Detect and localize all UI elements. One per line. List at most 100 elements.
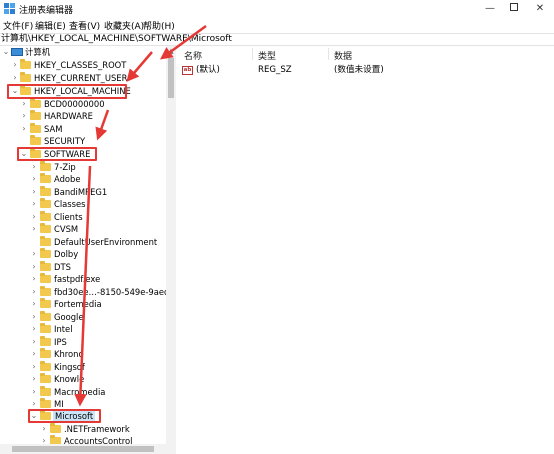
folder-icon — [40, 185, 51, 196]
column-header-data[interactable]: 数据 — [334, 49, 352, 62]
address-bar[interactable]: 计算机\HKEY_LOCAL_MACHINE\SOFTWARE\Microsof… — [0, 33, 554, 46]
chevron-right-icon[interactable]: › — [30, 286, 38, 299]
chevron-right-icon[interactable]: › — [30, 298, 38, 311]
column-header-type[interactable]: 类型 — [258, 49, 276, 62]
folder-icon — [40, 348, 51, 358]
column-divider[interactable] — [328, 48, 329, 60]
tree-label: fbd30ee…-8150-549e-9aed-fd9 — [54, 286, 176, 297]
folder-icon — [40, 285, 51, 296]
chevron-right-icon[interactable]: › — [30, 273, 38, 286]
folder-icon — [40, 360, 51, 371]
tree-scroll-thumb[interactable] — [168, 58, 174, 98]
chevron-right-icon[interactable]: › — [30, 211, 38, 224]
tree-label: SECURITY — [44, 136, 86, 146]
chevron-down-icon[interactable]: ⌄ — [2, 46, 10, 59]
chevron-right-icon[interactable]: › — [20, 123, 28, 136]
folder-icon — [30, 123, 41, 133]
maximize-icon — [510, 3, 518, 11]
tree-label: BCD00000000 — [44, 99, 105, 109]
chevron-right-icon[interactable]: › — [30, 173, 38, 186]
tree-label: HKEY_CURRENT_USER — [34, 73, 128, 83]
tree-label: Clients — [54, 211, 83, 222]
chevron-right-icon[interactable]: › — [11, 59, 19, 72]
folder-icon — [40, 235, 51, 246]
folder-icon — [30, 135, 41, 145]
menu-favorites[interactable]: 收藏夹(A) — [104, 19, 144, 32]
folder-icon — [40, 248, 51, 258]
chevron-right-icon[interactable]: › — [20, 110, 28, 123]
column-header-name[interactable]: 名称 — [184, 49, 202, 62]
menu-bar: 文件(F) 编辑(E) 查看(V) 收藏夹(A) 帮助(H) — [0, 18, 554, 32]
chevron-right-icon[interactable]: › — [30, 373, 38, 386]
value-name: (默认) — [196, 65, 220, 75]
chevron-right-icon[interactable]: › — [30, 386, 38, 399]
folder-icon — [20, 59, 31, 69]
tree-label: HARDWARE — [44, 111, 93, 121]
tree-label: IPS — [54, 336, 67, 347]
tree-label: CVSM — [54, 224, 79, 234]
folder-icon — [40, 160, 51, 171]
minimize-button[interactable]: — — [478, 1, 502, 16]
menu-view[interactable]: 查看(V) — [69, 19, 100, 32]
title-bar: 注册表编辑器 — ✕ — [0, 0, 554, 18]
chevron-right-icon[interactable]: › — [40, 423, 48, 436]
column-divider[interactable] — [252, 48, 253, 60]
chevron-right-icon[interactable]: › — [11, 72, 19, 85]
tree-label: BandiMPEG1 — [54, 186, 108, 197]
folder-icon — [40, 223, 51, 233]
folder-icon — [20, 72, 31, 82]
chevron-right-icon[interactable]: › — [30, 261, 38, 274]
folder-icon — [40, 398, 51, 408]
chevron-right-icon[interactable]: › — [30, 323, 38, 336]
folder-icon — [40, 273, 51, 283]
tree-hscroll-thumb[interactable] — [12, 446, 154, 452]
chevron-right-icon[interactable]: › — [30, 198, 38, 211]
chevron-right-icon[interactable]: › — [30, 223, 38, 236]
tree-label: Dolby — [54, 249, 79, 259]
folder-icon — [30, 110, 41, 120]
value-row[interactable]: ab (默认) REG_SZ (数值未设置) — [178, 64, 554, 77]
key-tree[interactable]: ⌄ 计算机 › HKEY_CLASSES_ROOT › HKEY_CURRENT… — [0, 46, 176, 454]
chevron-right-icon[interactable]: › — [30, 311, 38, 324]
tree-label: HKEY_CLASSES_ROOT — [34, 60, 127, 70]
tree-label: Knowle — [54, 374, 85, 384]
tree-label: .NETFramework — [64, 424, 130, 434]
folder-icon — [40, 260, 51, 271]
tree-vertical-scrollbar[interactable] — [166, 46, 176, 444]
folder-icon — [40, 373, 51, 383]
tree-label: DTS — [54, 261, 71, 272]
chevron-right-icon[interactable]: › — [30, 161, 38, 174]
chevron-right-icon[interactable]: › — [20, 98, 28, 111]
folder-icon — [40, 198, 51, 208]
ab-string-icon: ab — [182, 66, 193, 75]
chevron-right-icon[interactable]: › — [30, 186, 38, 199]
chevron-right-icon[interactable]: › — [30, 348, 38, 361]
menu-file[interactable]: 文件(F) — [3, 19, 33, 32]
chevron-right-icon[interactable]: › — [30, 248, 38, 261]
tree-label: fastpdf.exe — [54, 274, 101, 284]
annotation-box-microsoft — [28, 409, 101, 423]
menu-help[interactable]: 帮助(H) — [143, 19, 175, 32]
tree-label: 计算机 — [25, 47, 51, 57]
close-button[interactable]: ✕ — [528, 1, 552, 16]
tree-label: Intel — [54, 324, 73, 334]
folder-icon — [40, 210, 51, 221]
tree-label: DefaultUserEnvironment — [54, 236, 158, 247]
folder-icon — [40, 310, 51, 321]
maximize-button[interactable] — [502, 1, 526, 16]
tree-label: Khrono — [54, 349, 84, 359]
annotation-box-hklm — [7, 84, 127, 99]
chevron-right-icon[interactable]: › — [30, 336, 38, 349]
tree-label: Adobe — [54, 174, 81, 184]
tree-label: Macromedia — [54, 386, 106, 397]
chevron-right-icon[interactable]: › — [30, 361, 38, 374]
menu-edit[interactable]: 编辑(E) — [35, 19, 66, 32]
scroll-up-arrow-icon[interactable]: ▲ — [166, 46, 176, 56]
folder-icon — [40, 298, 51, 308]
folder-icon — [40, 173, 51, 183]
tree-label: Fortemedia — [54, 299, 102, 309]
window-title: 注册表编辑器 — [19, 6, 74, 16]
annotation-box-software — [17, 147, 97, 161]
values-pane[interactable]: 名称 类型 数据 ab (默认) REG_SZ (数值未设置) — [178, 46, 554, 454]
computer-icon — [11, 48, 23, 56]
